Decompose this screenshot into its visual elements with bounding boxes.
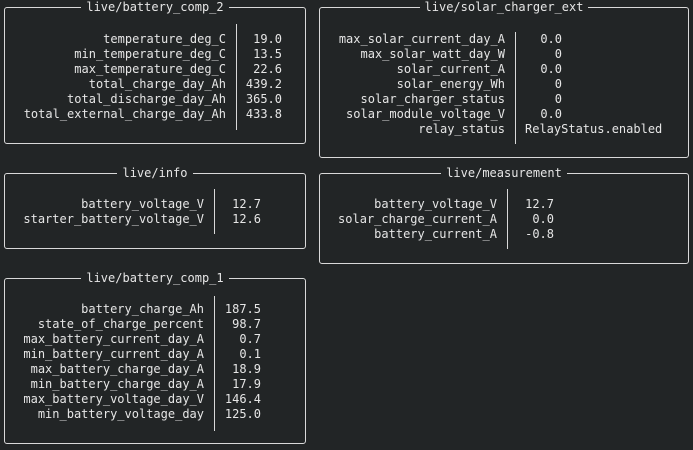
row-value: 125.0 — [224, 407, 261, 421]
row-key: battery_charge_Ah — [81, 302, 204, 316]
row-value: 439.2 — [245, 77, 282, 91]
row-key: max_battery_current_day_A — [23, 332, 204, 346]
panel-title-text: live/battery_comp_2 — [81, 0, 229, 14]
data-row: solar_energy_Wh 0 — [320, 77, 688, 92]
row-key: min_battery_charge_day_A — [30, 377, 204, 391]
data-row: max_solar_watt_day_W 0 — [320, 47, 688, 62]
row-value: 0.0 — [540, 62, 562, 76]
row-value: RelayStatus.enabled — [525, 122, 663, 136]
row-value: 18.9 — [232, 362, 261, 376]
data-row: min_battery_charge_day_A 17.9 — [5, 377, 305, 392]
row-key: min_temperature_deg_C — [74, 47, 226, 61]
panel-measurement: live/measurement battery_voltage_V 12.7 so… — [319, 166, 689, 264]
panel-title-text: live/battery_comp_1 — [81, 271, 229, 285]
data-row: solar_current_A 0.0 — [320, 62, 688, 77]
row-value: 98.7 — [232, 317, 261, 331]
row-key: max_solar_watt_day_W — [360, 47, 506, 61]
data-row: max_solar_current_day_A 0.0 — [320, 32, 688, 47]
row-value: 12.6 — [232, 212, 261, 226]
data-row: min_battery_voltage_day 125.0 — [5, 407, 305, 422]
row-key: max_battery_charge_day_A — [30, 362, 204, 376]
panel-info: live/info battery_voltage_V 12.7 starter_b… — [4, 166, 306, 249]
data-row: total_charge_day_Ah 439.2 — [5, 77, 305, 92]
row-key: temperature_deg_C — [103, 32, 226, 46]
data-row: battery_charge_Ah 187.5 — [5, 302, 305, 317]
row-value: 12.7 — [525, 197, 554, 211]
row-value: 0.7 — [239, 332, 261, 346]
row-key: battery_voltage_V — [81, 197, 204, 211]
row-key: solar_charger_status — [360, 92, 506, 106]
panel-title: live/solar_charger_ext — [320, 0, 688, 14]
row-key: total_charge_day_Ah — [88, 77, 226, 91]
row-key: battery_voltage_V — [374, 197, 497, 211]
row-value: 0.0 — [532, 212, 554, 226]
data-row: battery_voltage_V 12.7 — [320, 197, 688, 212]
row-value: 0 — [554, 92, 562, 106]
data-row: solar_charge_current_A 0.0 — [320, 212, 688, 227]
row-key: min_battery_voltage_day — [37, 407, 204, 421]
row-value: 0.0 — [540, 107, 562, 121]
row-key: starter_battery_voltage_V — [23, 212, 204, 226]
row-key: state_of_charge_percent — [37, 317, 204, 331]
panel-title: live/battery_comp_1 — [5, 271, 305, 285]
panel-title: live/battery_comp_2 — [5, 0, 305, 14]
data-row: total_discharge_day_Ah 365.0 — [5, 92, 305, 107]
panel-battery-comp-2: live/battery_comp_2 temperature_deg_C 19.… — [4, 0, 306, 144]
data-row: max_battery_charge_day_A 18.9 — [5, 362, 305, 377]
row-value: 22.6 — [253, 62, 282, 76]
row-key: solar_charge_current_A — [338, 212, 497, 226]
data-row: solar_charger_status 0 — [320, 92, 688, 107]
data-row: total_external_charge_day_Ah 433.8 — [5, 107, 305, 122]
row-key: battery_current_A — [374, 227, 497, 241]
row-value: 187.5 — [224, 302, 261, 316]
panel-title-text: live/info — [117, 166, 193, 180]
data-row: max_battery_voltage_day_V 146.4 — [5, 392, 305, 407]
data-row: relay_status RelayStatus.enabled — [320, 122, 688, 137]
data-row: max_battery_current_day_A 0.7 — [5, 332, 305, 347]
row-value: 12.7 — [232, 197, 261, 211]
panel-title-text: live/solar_charger_ext — [419, 0, 589, 14]
row-value: -0.8 — [525, 227, 554, 241]
data-row: starter_battery_voltage_V 12.6 — [5, 212, 305, 227]
row-key: max_battery_voltage_day_V — [23, 392, 204, 406]
panel-title: live/measurement — [320, 166, 688, 180]
row-value: 0.1 — [239, 347, 261, 361]
data-row: battery_current_A -0.8 — [320, 227, 688, 242]
panel-title-text: live/measurement — [441, 166, 567, 180]
data-row: min_battery_current_day_A 0.1 — [5, 347, 305, 362]
data-row: battery_voltage_V 12.7 — [5, 197, 305, 212]
row-value: 19.0 — [253, 32, 282, 46]
row-key: solar_module_voltage_V — [346, 107, 505, 121]
row-value: 146.4 — [224, 392, 261, 406]
row-key: total_external_charge_day_Ah — [23, 107, 226, 121]
row-key: max_solar_current_day_A — [338, 32, 505, 46]
row-key: solar_current_A — [396, 62, 505, 76]
row-key: max_temperature_deg_C — [74, 62, 226, 76]
panel-battery-comp-1: live/battery_comp_1 battery_charge_Ah 187… — [4, 271, 306, 444]
row-value: 0 — [554, 47, 562, 61]
row-value: 0.0 — [540, 32, 562, 46]
row-key: total_discharge_day_Ah — [67, 92, 226, 106]
data-row: min_temperature_deg_C 13.5 — [5, 47, 305, 62]
data-row: solar_module_voltage_V 0.0 — [320, 107, 688, 122]
row-key: solar_energy_Wh — [396, 77, 505, 91]
row-key: min_battery_current_day_A — [23, 347, 204, 361]
panel-title: live/info — [5, 166, 305, 180]
row-value: 433.8 — [245, 107, 282, 121]
row-value: 0 — [554, 77, 562, 91]
row-value: 13.5 — [253, 47, 282, 61]
data-row: max_temperature_deg_C 22.6 — [5, 62, 305, 77]
row-value: 365.0 — [245, 92, 282, 106]
row-key: relay_status — [418, 122, 505, 136]
data-row: temperature_deg_C 19.0 — [5, 32, 305, 47]
row-value: 17.9 — [232, 377, 261, 391]
panel-solar-charger-ext: live/solar_charger_ext max_solar_current… — [319, 0, 689, 158]
data-row: state_of_charge_percent 98.7 — [5, 317, 305, 332]
